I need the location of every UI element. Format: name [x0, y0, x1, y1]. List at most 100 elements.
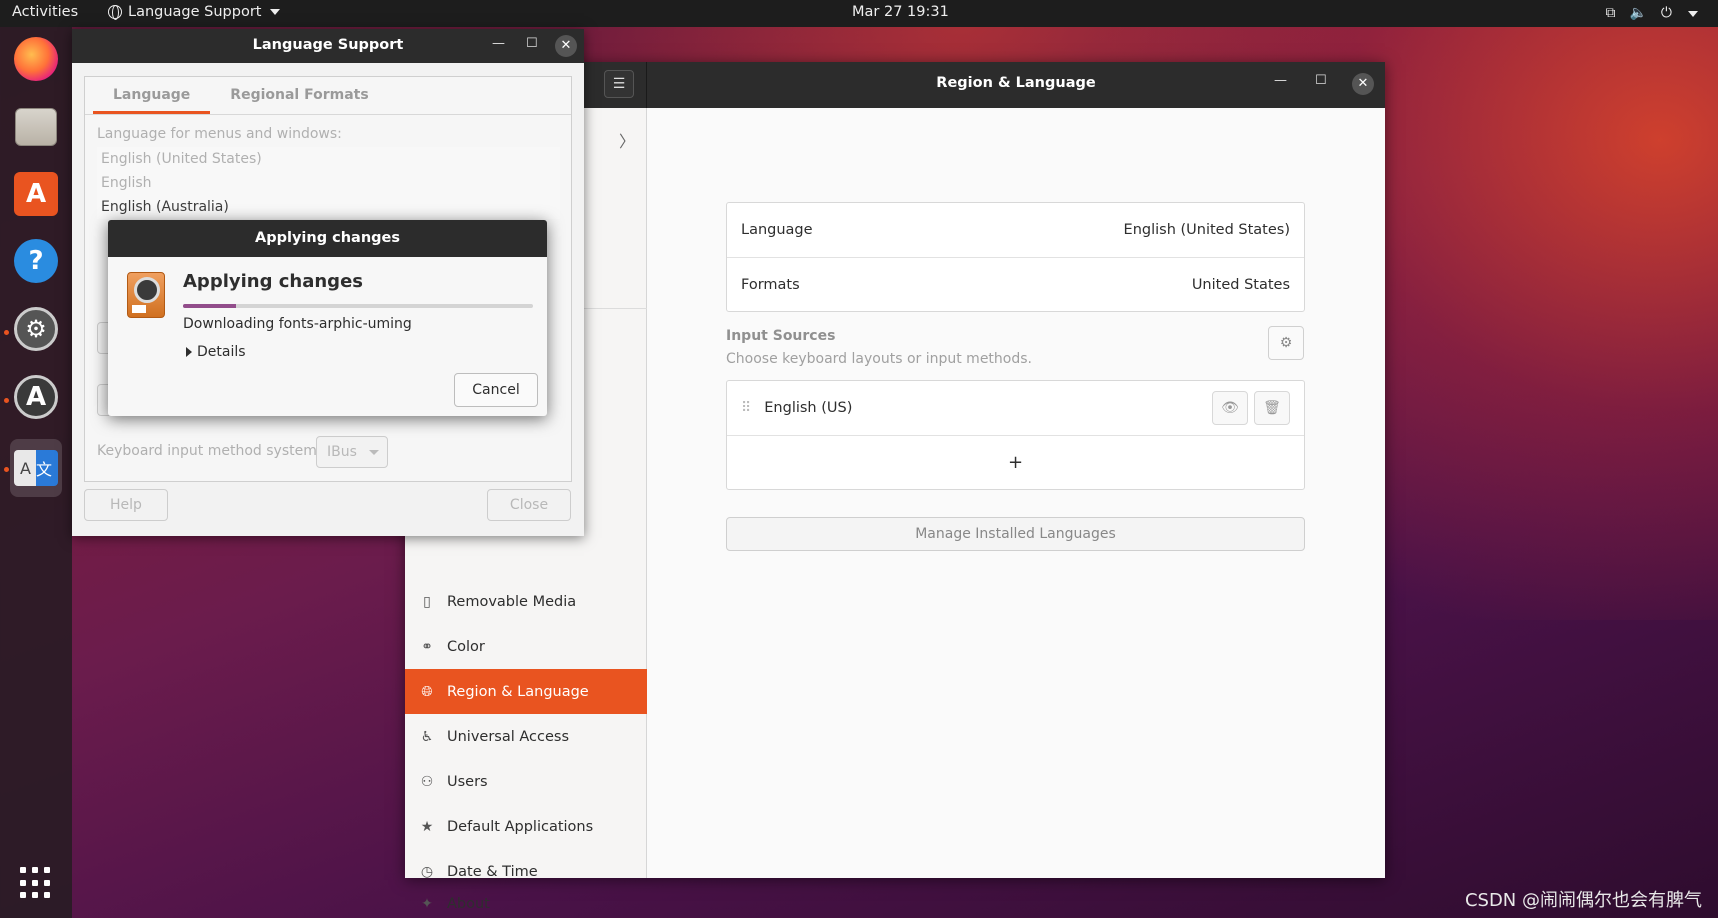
- formats-row[interactable]: Formats United States: [727, 257, 1304, 311]
- firefox-icon: [14, 37, 58, 81]
- progress-fill: [183, 304, 236, 308]
- input-sources-options-button[interactable]: ⚙: [1268, 326, 1304, 360]
- keyboard-input-select[interactable]: IBus: [316, 436, 388, 468]
- activities-button[interactable]: Activities: [12, 4, 78, 20]
- sidebar-item-label: Color: [447, 638, 485, 655]
- input-source-label: English (US): [764, 400, 853, 416]
- chevron-down-icon: [369, 450, 379, 455]
- trash-icon: 🗑︎: [1263, 400, 1281, 416]
- sidebar-item-label: Universal Access: [447, 728, 570, 745]
- menus-language-label: Language for menus and windows:: [97, 126, 342, 142]
- sparkle-icon: ✦: [421, 896, 433, 912]
- sidebar-item-label: Removable Media: [447, 593, 577, 610]
- power-icon[interactable]: ⏻: [1661, 5, 1672, 21]
- chevron-down-icon: [269, 9, 280, 15]
- manage-installed-languages-button[interactable]: Manage Installed Languages: [726, 517, 1305, 551]
- details-label: Details: [197, 344, 246, 360]
- chevron-right-icon[interactable]: 〉: [619, 128, 635, 152]
- help-button[interactable]: Help: [84, 489, 168, 521]
- minimize-icon[interactable]: —: [1274, 73, 1287, 88]
- running-indicator: [4, 330, 9, 335]
- sidebar-item-about[interactable]: ✦ About: [405, 894, 647, 918]
- clock[interactable]: Mar 27 19:31: [852, 4, 949, 20]
- dialog-titlebar: Applying changes: [108, 220, 547, 257]
- maximize-icon[interactable]: ☐: [526, 36, 538, 51]
- software-icon: A: [14, 172, 58, 216]
- volume-icon[interactable]: 🔈: [1629, 5, 1646, 21]
- input-source-row[interactable]: ⠿ English (US) 👁︎ 🗑︎: [727, 381, 1304, 435]
- expander-arrow-icon: [186, 347, 192, 357]
- eye-icon: 👁︎: [1221, 400, 1239, 416]
- window-title: Language Support: [252, 37, 404, 53]
- close-icon[interactable]: ✕: [1352, 73, 1374, 95]
- network-icon[interactable]: ⧉: [1605, 5, 1615, 21]
- formats-value: United States: [1191, 276, 1290, 293]
- input-sources-title: Input Sources: [726, 328, 836, 344]
- settings-launcher[interactable]: ⚙: [10, 303, 62, 355]
- formats-label: Formats: [741, 276, 800, 293]
- progress-status: Downloading fonts-arphic-uming: [183, 316, 412, 332]
- help-launcher[interactable]: ?: [10, 235, 62, 287]
- show-applications-icon[interactable]: [20, 867, 52, 899]
- running-indicator: [4, 398, 9, 403]
- language-list[interactable]: English (United States) English English …: [97, 147, 560, 219]
- sidebar-item-region-language[interactable]: 🌐︎ Region & Language: [405, 669, 647, 714]
- app-menu[interactable]: Language Support: [108, 4, 280, 20]
- package-installer-icon: [127, 272, 165, 318]
- language-row[interactable]: Language English (United States): [727, 203, 1304, 257]
- software-launcher[interactable]: A: [10, 168, 62, 220]
- language-formats-box: Language English (United States) Formats…: [726, 202, 1305, 312]
- running-indicator: [4, 467, 9, 472]
- tab-regional-formats[interactable]: Regional Formats: [210, 77, 388, 114]
- input-sources-subtitle: Choose keyboard layouts or input methods…: [726, 351, 1032, 367]
- add-input-source-row[interactable]: +: [727, 435, 1304, 489]
- sidebar-item-removable-media[interactable]: ▯ Removable Media: [405, 579, 647, 624]
- software-updater-icon: A: [14, 375, 58, 419]
- language-support-launcher[interactable]: A 文: [10, 439, 62, 497]
- keyboard-input-label: Keyboard input method system:: [97, 443, 322, 459]
- sidebar-item-label: Default Applications: [447, 818, 594, 835]
- language-support-titlebar: Language Support — ☐ ✕: [72, 29, 584, 63]
- help-icon: ?: [14, 239, 58, 283]
- sidebar-item-date-time[interactable]: ◷ Date & Time: [405, 849, 647, 894]
- sidebar-item-label: Region & Language: [447, 683, 589, 700]
- plus-icon: +: [1007, 452, 1024, 473]
- language-value: English (United States): [1123, 222, 1290, 238]
- clock-icon: ◷: [420, 863, 434, 880]
- list-item[interactable]: English (Australia): [97, 195, 560, 219]
- globe-icon: 🌐︎: [421, 683, 433, 700]
- sidebar-item-universal-access[interactable]: ♿︎ Universal Access: [405, 714, 647, 759]
- language-support-icon: A 文: [14, 450, 58, 486]
- preview-button[interactable]: 👁︎: [1212, 391, 1248, 425]
- region-language-panel: Language English (United States) Formats…: [647, 108, 1385, 878]
- dock: A ? ⚙ A A 文: [0, 27, 72, 918]
- system-tray[interactable]: ⧉ 🔈 ⏻: [1605, 5, 1698, 21]
- language-label: Language: [741, 222, 813, 238]
- settings-icon: ⚙: [14, 307, 58, 351]
- sidebar-item-users[interactable]: ⚇ Users: [405, 759, 647, 804]
- sidebar-item-color[interactable]: ⚭ Color: [405, 624, 647, 669]
- list-item[interactable]: English: [97, 171, 560, 195]
- list-item[interactable]: English (United States): [97, 147, 560, 171]
- firefox-launcher[interactable]: [10, 33, 62, 85]
- close-button[interactable]: Close: [487, 489, 571, 521]
- close-icon[interactable]: ✕: [555, 35, 577, 57]
- chevron-down-icon[interactable]: [1688, 11, 1698, 17]
- drag-handle-icon[interactable]: ⠿: [741, 400, 751, 416]
- globe-icon: [108, 5, 122, 20]
- sidebar-item-label: About: [447, 896, 490, 912]
- progress-bar: [183, 304, 533, 308]
- details-expander[interactable]: Details: [186, 344, 246, 360]
- tab-language[interactable]: Language: [93, 77, 211, 114]
- remove-button[interactable]: 🗑︎: [1254, 391, 1290, 425]
- software-updater-launcher[interactable]: A: [10, 371, 62, 423]
- hamburger-menu-button[interactable]: ☰: [604, 70, 634, 98]
- keyboard-input-value: IBus: [327, 444, 357, 460]
- files-launcher[interactable]: [10, 101, 62, 153]
- minimize-icon[interactable]: —: [492, 36, 505, 51]
- cancel-button[interactable]: Cancel: [454, 373, 538, 407]
- sidebar-item-default-applications[interactable]: ★ Default Applications: [405, 804, 647, 849]
- input-sources-box: ⠿ English (US) 👁︎ 🗑︎ +: [726, 380, 1305, 490]
- maximize-icon[interactable]: ☐: [1315, 73, 1327, 88]
- sidebar-item-label: Users: [447, 773, 488, 790]
